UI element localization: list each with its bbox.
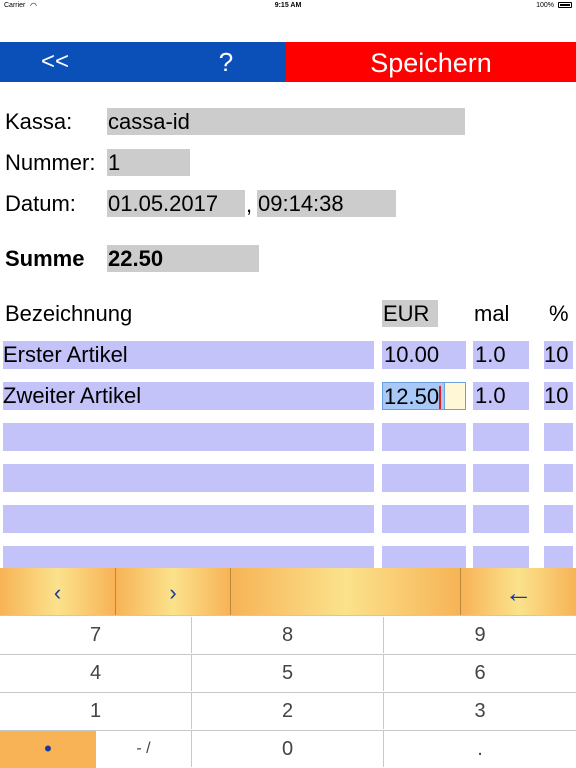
back-button[interactable]: << <box>22 42 88 82</box>
text-caret <box>439 386 442 409</box>
kassa-field[interactable]: cassa-id <box>107 108 465 135</box>
item-price-cell[interactable] <box>382 423 466 451</box>
item-percent-cell[interactable] <box>544 546 573 568</box>
item-name-cell[interactable] <box>3 505 374 533</box>
status-bar: Carrier ◠ 9:15 AM 100% <box>0 0 576 12</box>
key-1[interactable]: 1 <box>0 693 192 729</box>
item-price-cell[interactable] <box>382 464 466 492</box>
summe-field: 22.50 <box>107 245 259 272</box>
battery-percent: 100% <box>536 2 554 9</box>
item-name-cell[interactable]: Zweiter Artikel <box>3 382 374 410</box>
keypad-divider <box>0 615 576 616</box>
nummer-label: Nummer: <box>5 150 96 175</box>
cursor-cell <box>444 382 466 410</box>
item-price-cell[interactable] <box>382 505 466 533</box>
item-percent-cell[interactable]: 10 <box>544 382 573 410</box>
item-percent-cell[interactable] <box>544 464 573 492</box>
key-9[interactable]: 9 <box>384 617 576 653</box>
backspace-button[interactable]: ← <box>461 568 576 615</box>
item-price-cell[interactable] <box>382 546 466 568</box>
item-percent-cell[interactable] <box>544 423 573 451</box>
key-7[interactable]: 7 <box>0 617 192 653</box>
key-dot-mode[interactable]: • <box>0 731 96 768</box>
key-minus-slash[interactable]: - / <box>96 731 192 767</box>
kassa-label: Kassa: <box>5 109 73 134</box>
item-qty-cell[interactable]: 1.0 <box>473 382 529 410</box>
status-time: 9:15 AM <box>274 2 302 9</box>
item-name-cell[interactable] <box>3 546 374 568</box>
item-price-value: 12.50 <box>384 384 440 409</box>
header-eur: EUR <box>382 300 438 327</box>
item-percent-cell[interactable]: 10 <box>544 341 573 369</box>
item-name-cell[interactable] <box>3 423 374 451</box>
item-price-cell-active[interactable]: 12.50 <box>382 382 445 410</box>
key-3[interactable]: 3 <box>384 693 576 729</box>
save-button[interactable]: Speichern <box>286 42 576 82</box>
item-percent-cell[interactable] <box>544 505 573 533</box>
date-field[interactable]: 01.05.2017 <box>107 190 245 217</box>
prev-field-button[interactable]: ‹ <box>0 568 116 615</box>
item-name-cell[interactable] <box>3 464 374 492</box>
next-field-button[interactable]: › <box>116 568 231 615</box>
key-0[interactable]: 0 <box>192 731 384 767</box>
nummer-field[interactable]: 1 <box>107 149 190 176</box>
header-bezeichnung: Bezeichnung <box>5 301 133 326</box>
key-decimal[interactable]: . <box>384 731 576 767</box>
key-8[interactable]: 8 <box>192 617 384 653</box>
top-toolbar: << ? Speichern <box>0 42 576 82</box>
battery-icon <box>558 2 572 8</box>
date-time-separator: , <box>246 192 253 217</box>
toolbar-spacer <box>231 568 461 615</box>
header-percent: % <box>549 301 569 326</box>
item-qty-cell[interactable] <box>473 464 529 492</box>
item-qty-cell[interactable]: 1.0 <box>473 341 529 369</box>
key-2[interactable]: 2 <box>192 693 384 729</box>
item-qty-cell[interactable] <box>473 505 529 533</box>
datum-label: Datum: <box>5 191 76 216</box>
item-price-cell[interactable]: 10.00 <box>382 341 466 369</box>
summe-label: Summe <box>5 246 85 271</box>
item-name-cell[interactable]: Erster Artikel <box>3 341 374 369</box>
key-5[interactable]: 5 <box>192 655 384 691</box>
help-button[interactable]: ? <box>196 42 256 82</box>
key-4[interactable]: 4 <box>0 655 192 691</box>
numeric-keypad: ‹ › ← 7 8 9 4 5 6 1 2 3 • - / 0 . <box>0 568 576 768</box>
item-qty-cell[interactable] <box>473 546 529 568</box>
item-qty-cell[interactable] <box>473 423 529 451</box>
header-mal: mal <box>474 301 510 326</box>
time-field[interactable]: 09:14:38 <box>257 190 396 217</box>
key-6[interactable]: 6 <box>384 655 576 691</box>
